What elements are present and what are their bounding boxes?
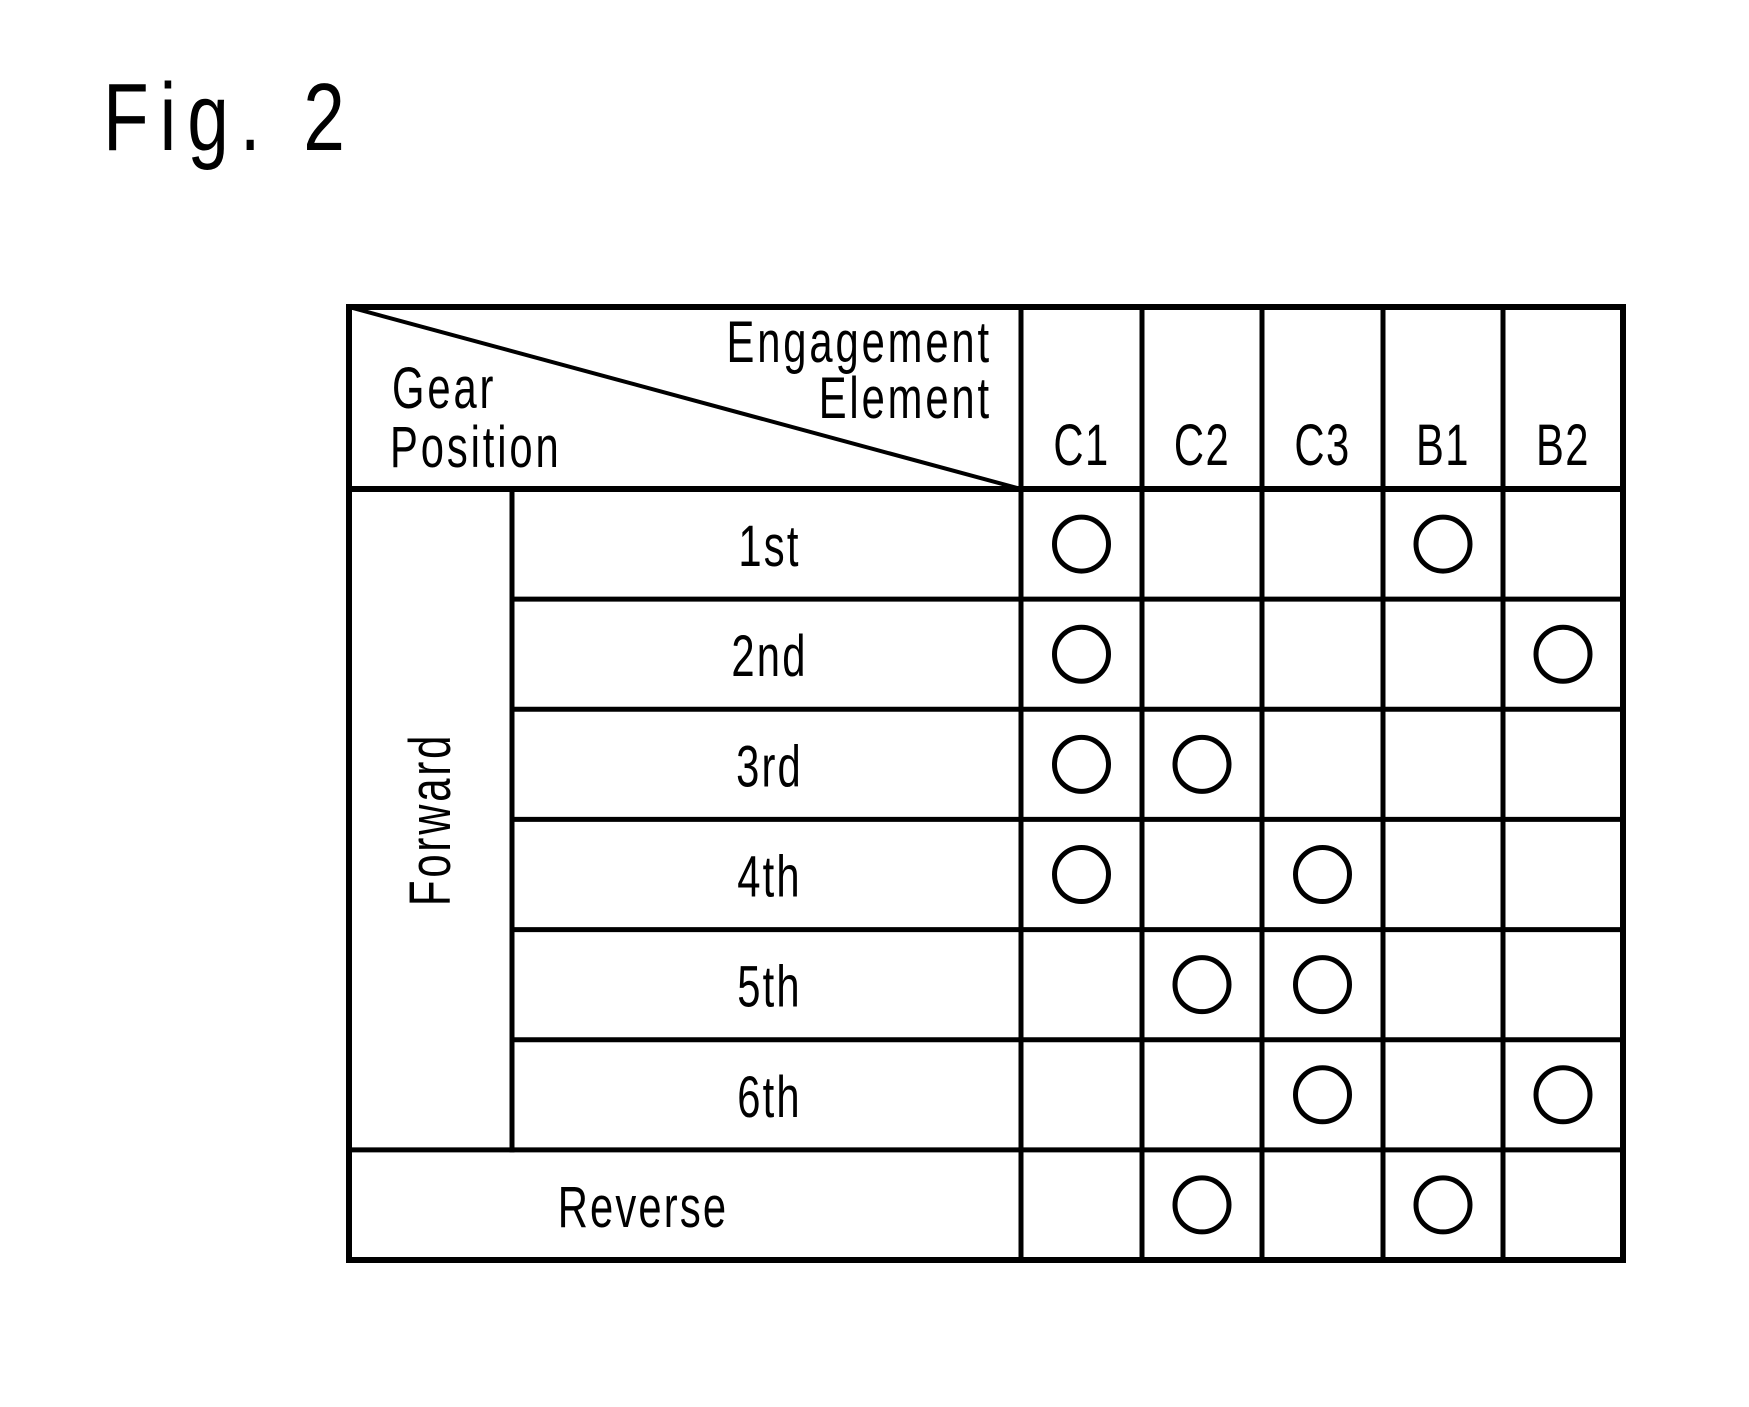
group-label-forward-group: Forward [397, 733, 462, 906]
row-label-1st: 1st [738, 513, 800, 578]
engaged-mark-6th-c3 [1293, 1065, 1352, 1125]
row-label-3rd-group: 3rd [736, 734, 803, 799]
engaged-mark-reverse-c2 [1172, 1175, 1232, 1235]
engaged-mark-6th-b2 [1533, 1065, 1593, 1125]
engaged-mark-4th-c3 [1293, 845, 1352, 904]
column-header-b2-group: B2 [1536, 412, 1590, 477]
engaged-mark-1st-b1 [1413, 514, 1473, 574]
header-position-label-group: Position [390, 414, 562, 479]
engaged-mark-5th-c2 [1172, 955, 1232, 1015]
row-label-2nd-group: 2nd [731, 623, 807, 688]
row-label-reverse-group: Reverse [558, 1174, 729, 1239]
row-label-1st-group: 1st [738, 513, 800, 578]
row-label-4th-group: 4th [737, 844, 802, 909]
row-label-3rd: 3rd [736, 734, 803, 799]
column-header-b2: B2 [1536, 412, 1590, 477]
engaged-mark-reverse-b1 [1413, 1175, 1473, 1235]
column-header-b1-group: B1 [1416, 412, 1470, 477]
header-position-label: Position [390, 414, 562, 479]
column-header-b1: B1 [1416, 412, 1470, 477]
column-header-c2-group: C2 [1174, 412, 1230, 477]
header-element-label: Element [819, 365, 992, 430]
header-element-label-group: Element [819, 365, 992, 430]
engaged-mark-5th-c3 [1293, 955, 1352, 1015]
engaged-mark-3rd-c1 [1052, 734, 1111, 794]
row-label-4th: 4th [737, 844, 802, 909]
engagement-table: EngagementElementGearPosition C1 C2 C3 B1 B2F… [346, 304, 1626, 1263]
row-label-6th: 6th [737, 1064, 802, 1129]
column-header-c1-group: C1 [1053, 412, 1109, 477]
column-header-c1: C1 [1053, 412, 1109, 477]
engaged-mark-4th-c1 [1052, 845, 1111, 904]
header-gear-label: Gear [392, 355, 496, 420]
row-label-5th: 5th [737, 954, 802, 1019]
engaged-mark-2nd-c1 [1052, 624, 1111, 684]
column-header-c2: C2 [1174, 412, 1230, 477]
row-label-5th-group: 5th [737, 954, 802, 1019]
engaged-mark-1st-c1 [1052, 514, 1111, 574]
engaged-mark-2nd-b2 [1533, 624, 1593, 684]
header-gear-label-group: Gear [392, 355, 496, 420]
column-header-c3: C3 [1294, 412, 1350, 477]
row-label-6th-group: 6th [737, 1064, 802, 1129]
row-label-reverse: Reverse [558, 1174, 729, 1239]
group-label-forward: Forward [397, 733, 462, 906]
engaged-mark-3rd-c2 [1172, 734, 1232, 794]
row-label-2nd: 2nd [731, 623, 807, 688]
column-header-c3-group: C3 [1294, 412, 1350, 477]
